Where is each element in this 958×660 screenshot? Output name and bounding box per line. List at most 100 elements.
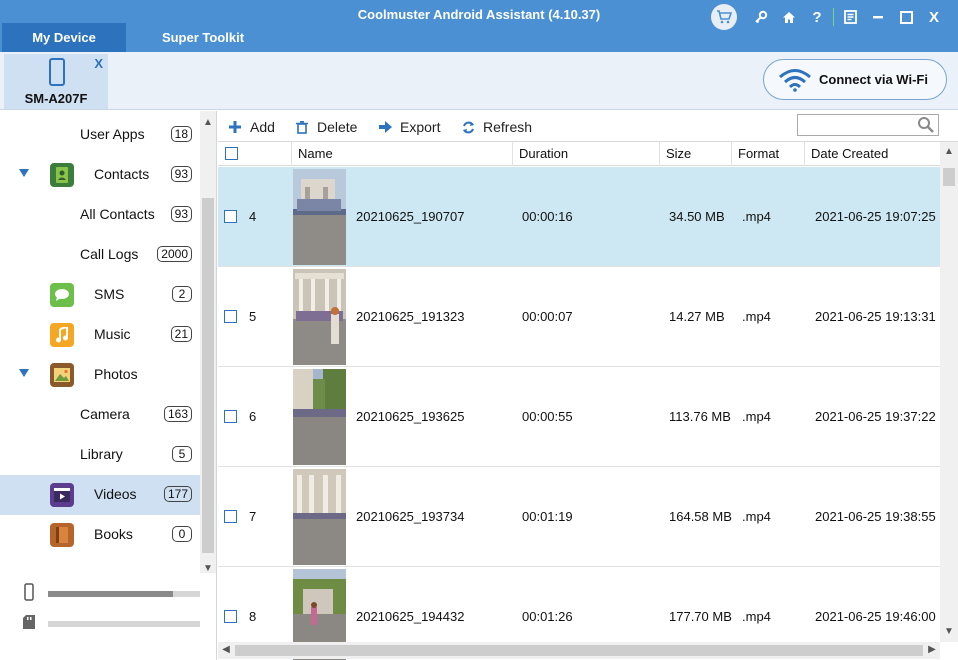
help-icon[interactable]: ?: [803, 5, 831, 29]
export-button[interactable]: Export: [378, 118, 440, 136]
video-date: 2021-06-25 19:38:55: [815, 509, 936, 524]
tab-super-toolkit[interactable]: Super Toolkit: [140, 23, 266, 52]
sidebar-item-label: Music: [94, 326, 131, 342]
row-index: 6: [249, 409, 257, 424]
search-box[interactable]: [797, 114, 939, 136]
sidebar-item-library[interactable]: Library 5: [0, 435, 200, 475]
add-button[interactable]: Add: [228, 118, 275, 136]
row-checkbox[interactable]: [224, 610, 237, 623]
column-header-size[interactable]: Size: [659, 142, 732, 166]
device-name: SM-A207F: [24, 91, 88, 106]
scroll-down-icon[interactable]: ▼: [200, 561, 216, 577]
table-header: Name Duration Size Format Date Created: [218, 142, 940, 166]
scroll-up-icon[interactable]: ▲: [200, 115, 216, 131]
home-icon[interactable]: [775, 5, 803, 29]
device-card[interactable]: X SM-A207F: [4, 54, 108, 109]
sidebar-item-count: 21: [170, 326, 192, 342]
row-checkbox[interactable]: [224, 210, 237, 223]
sidebar-item-count: 5: [172, 446, 192, 462]
expand-caret-icon[interactable]: [19, 369, 29, 377]
sidebar-item-label: All Contacts: [80, 206, 155, 222]
video-name: 20210625_193734: [356, 509, 465, 524]
sidebar-item-all-contacts[interactable]: All Contacts 93: [0, 195, 200, 235]
table-row[interactable]: 7 20210625_193734 00:01:19 164.58 MB .mp…: [218, 467, 940, 567]
table-scroll-thumb[interactable]: [943, 168, 955, 186]
scroll-down-icon[interactable]: ▼: [941, 624, 957, 640]
row-checkbox[interactable]: [224, 310, 237, 323]
phone-storage-icon: [24, 583, 34, 601]
maximize-icon[interactable]: [892, 5, 920, 29]
photos-icon: [50, 363, 74, 387]
sidebar-item-camera[interactable]: Camera 163: [0, 395, 200, 435]
column-header-name[interactable]: Name: [291, 142, 513, 166]
scroll-left-icon[interactable]: ◀: [218, 642, 234, 658]
sidebar-item-user-apps[interactable]: User Apps 18: [0, 115, 200, 155]
expand-caret-icon[interactable]: [19, 169, 29, 177]
sidebar-item-call-logs[interactable]: Call Logs 2000: [0, 235, 200, 275]
toolbar: Add Delete Export Refresh: [218, 111, 958, 142]
column-header-duration[interactable]: Duration: [512, 142, 659, 166]
connect-wifi-button[interactable]: Connect via Wi-Fi: [763, 59, 947, 100]
music-icon: [50, 323, 74, 347]
export-label: Export: [400, 119, 441, 135]
video-size: 113.76 MB: [669, 409, 731, 424]
refresh-button[interactable]: Refresh: [461, 118, 532, 136]
video-name: 20210625_193625: [356, 409, 465, 424]
table-row[interactable]: 4 20210625_190707 00:00:16 34.50 MB .mp4…: [218, 167, 940, 267]
video-format: .mp4: [742, 309, 771, 324]
sidebar-item-photos[interactable]: Photos: [0, 355, 200, 395]
device-close-button[interactable]: X: [94, 56, 103, 71]
window-controls: ? X: [711, 4, 948, 30]
add-icon: [228, 120, 242, 134]
search-icon[interactable]: [917, 116, 935, 134]
delete-button[interactable]: Delete: [295, 118, 357, 136]
minimize-icon[interactable]: [864, 5, 892, 29]
scroll-up-icon[interactable]: ▲: [941, 144, 957, 160]
feedback-icon[interactable]: [836, 5, 864, 29]
sidebar-item-label: Videos: [94, 486, 137, 502]
sidebar-item-count: 2: [172, 286, 192, 302]
sidebar-item-contacts[interactable]: Contacts 93: [0, 155, 200, 195]
sidebar-item-videos[interactable]: Videos 177: [0, 475, 200, 515]
row-checkbox[interactable]: [224, 410, 237, 423]
sidebar-scroll-thumb[interactable]: [202, 198, 214, 553]
table-horizontal-scrollbar[interactable]: ◀ ▶: [218, 642, 940, 659]
sidebar-scrollbar[interactable]: ▲ ▼: [200, 111, 216, 574]
key-icon[interactable]: [747, 5, 775, 29]
column-header-date-created[interactable]: Date Created: [804, 142, 940, 166]
tab-my-device[interactable]: My Device: [2, 23, 126, 52]
sidebar-item-music[interactable]: Music 21: [0, 315, 200, 355]
table-row[interactable]: 5 20210625_191323 00:00:07 14.27 MB .mp4…: [218, 267, 940, 367]
video-duration: 00:00:16: [522, 209, 573, 224]
phone-storage-fill: [48, 591, 173, 597]
sidebar-item-sms[interactable]: SMS 2: [0, 275, 200, 315]
video-thumbnail[interactable]: [293, 469, 346, 565]
refresh-icon: [461, 120, 475, 134]
video-name: 20210625_191323: [356, 309, 465, 324]
select-all-checkbox[interactable]: [225, 147, 238, 160]
sidebar-item-count: 177: [163, 486, 192, 502]
table-vertical-scrollbar[interactable]: ▲ ▼: [940, 142, 958, 642]
row-checkbox[interactable]: [224, 510, 237, 523]
sidebar-item-label: SMS: [94, 286, 125, 302]
phone-storage: [20, 583, 200, 603]
sidebar-item-label: Camera: [80, 406, 130, 422]
toolbar-separator: [833, 8, 834, 26]
column-header-format[interactable]: Format: [731, 142, 805, 166]
sidebar-item-books[interactable]: Books 0: [0, 515, 200, 555]
video-date: 2021-06-25 19:46:00: [815, 609, 936, 624]
cart-icon[interactable]: [711, 4, 737, 30]
scroll-right-icon[interactable]: ▶: [924, 642, 940, 658]
sidebar-item-count: 0: [172, 526, 192, 542]
video-thumbnail[interactable]: [293, 369, 346, 465]
video-thumbnail[interactable]: [293, 269, 346, 365]
close-glyph: X: [928, 8, 939, 26]
table-hscroll-thumb[interactable]: [235, 645, 923, 656]
add-label: Add: [250, 119, 275, 135]
video-date: 2021-06-25 19:37:22: [815, 409, 936, 424]
table-row[interactable]: 6 20210625_193625 00:00:55 113.76 MB .mp…: [218, 367, 940, 467]
close-icon[interactable]: X: [920, 5, 948, 29]
sidebar-item-count: 93: [170, 166, 192, 182]
video-thumbnail[interactable]: [293, 169, 346, 265]
sidebar-item-label: Contacts: [94, 166, 150, 182]
